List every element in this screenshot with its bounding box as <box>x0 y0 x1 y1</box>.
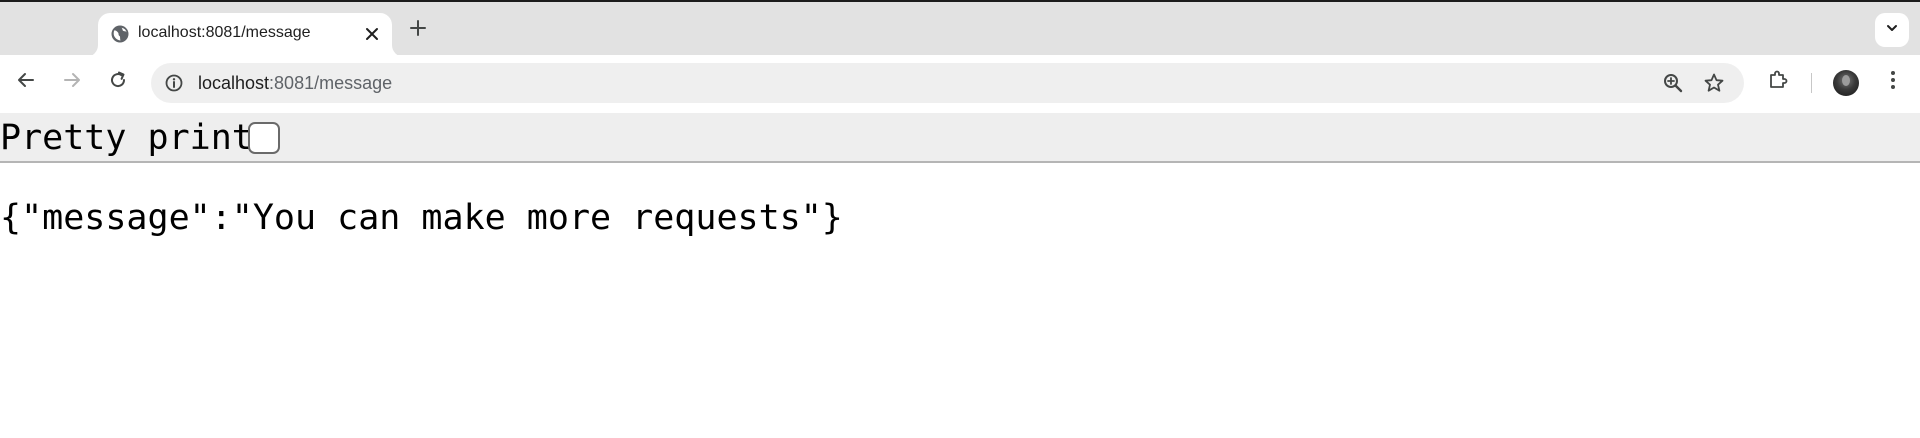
info-icon[interactable] <box>163 72 185 94</box>
pretty-print-checkbox[interactable] <box>248 122 280 154</box>
address-bar[interactable]: localhost:8081/message <box>151 63 1744 103</box>
extensions-button[interactable] <box>1761 65 1795 99</box>
json-content: {"message":"You can make more requests"} <box>0 198 843 238</box>
url-text[interactable]: localhost:8081/message <box>198 72 392 94</box>
browser-toolbar: localhost:8081/message <box>0 55 1920 111</box>
star-icon[interactable] <box>1699 68 1729 98</box>
menu-button[interactable] <box>1876 65 1910 99</box>
globe-icon <box>110 24 130 44</box>
new-tab-button[interactable] <box>404 16 432 44</box>
pretty-print-bar: Pretty print <box>0 113 1920 163</box>
tab-title: localhost:8081/message <box>138 24 311 41</box>
profile-avatar[interactable] <box>1833 70 1859 96</box>
reload-icon <box>108 70 128 95</box>
zoom-in-icon[interactable] <box>1658 68 1688 98</box>
chevron-down-icon <box>1885 21 1899 40</box>
back-button[interactable] <box>9 65 43 99</box>
puzzle-icon <box>1767 69 1789 96</box>
toolbar-divider <box>1811 73 1812 93</box>
pretty-print-label: Pretty print <box>0 118 253 158</box>
url-path: :8081/message <box>269 73 393 93</box>
reload-button[interactable] <box>101 65 135 99</box>
tab-strip: localhost:8081/message <box>0 0 1920 57</box>
plus-icon <box>410 19 426 41</box>
close-icon[interactable] <box>360 22 384 46</box>
kebab-menu-icon <box>1890 70 1896 95</box>
arrow-right-icon <box>62 70 82 95</box>
tab-active[interactable]: localhost:8081/message <box>98 13 392 57</box>
tab-search-button[interactable] <box>1875 13 1909 47</box>
forward-button[interactable] <box>55 65 89 99</box>
url-host: localhost <box>198 73 270 93</box>
arrow-left-icon <box>16 70 36 95</box>
